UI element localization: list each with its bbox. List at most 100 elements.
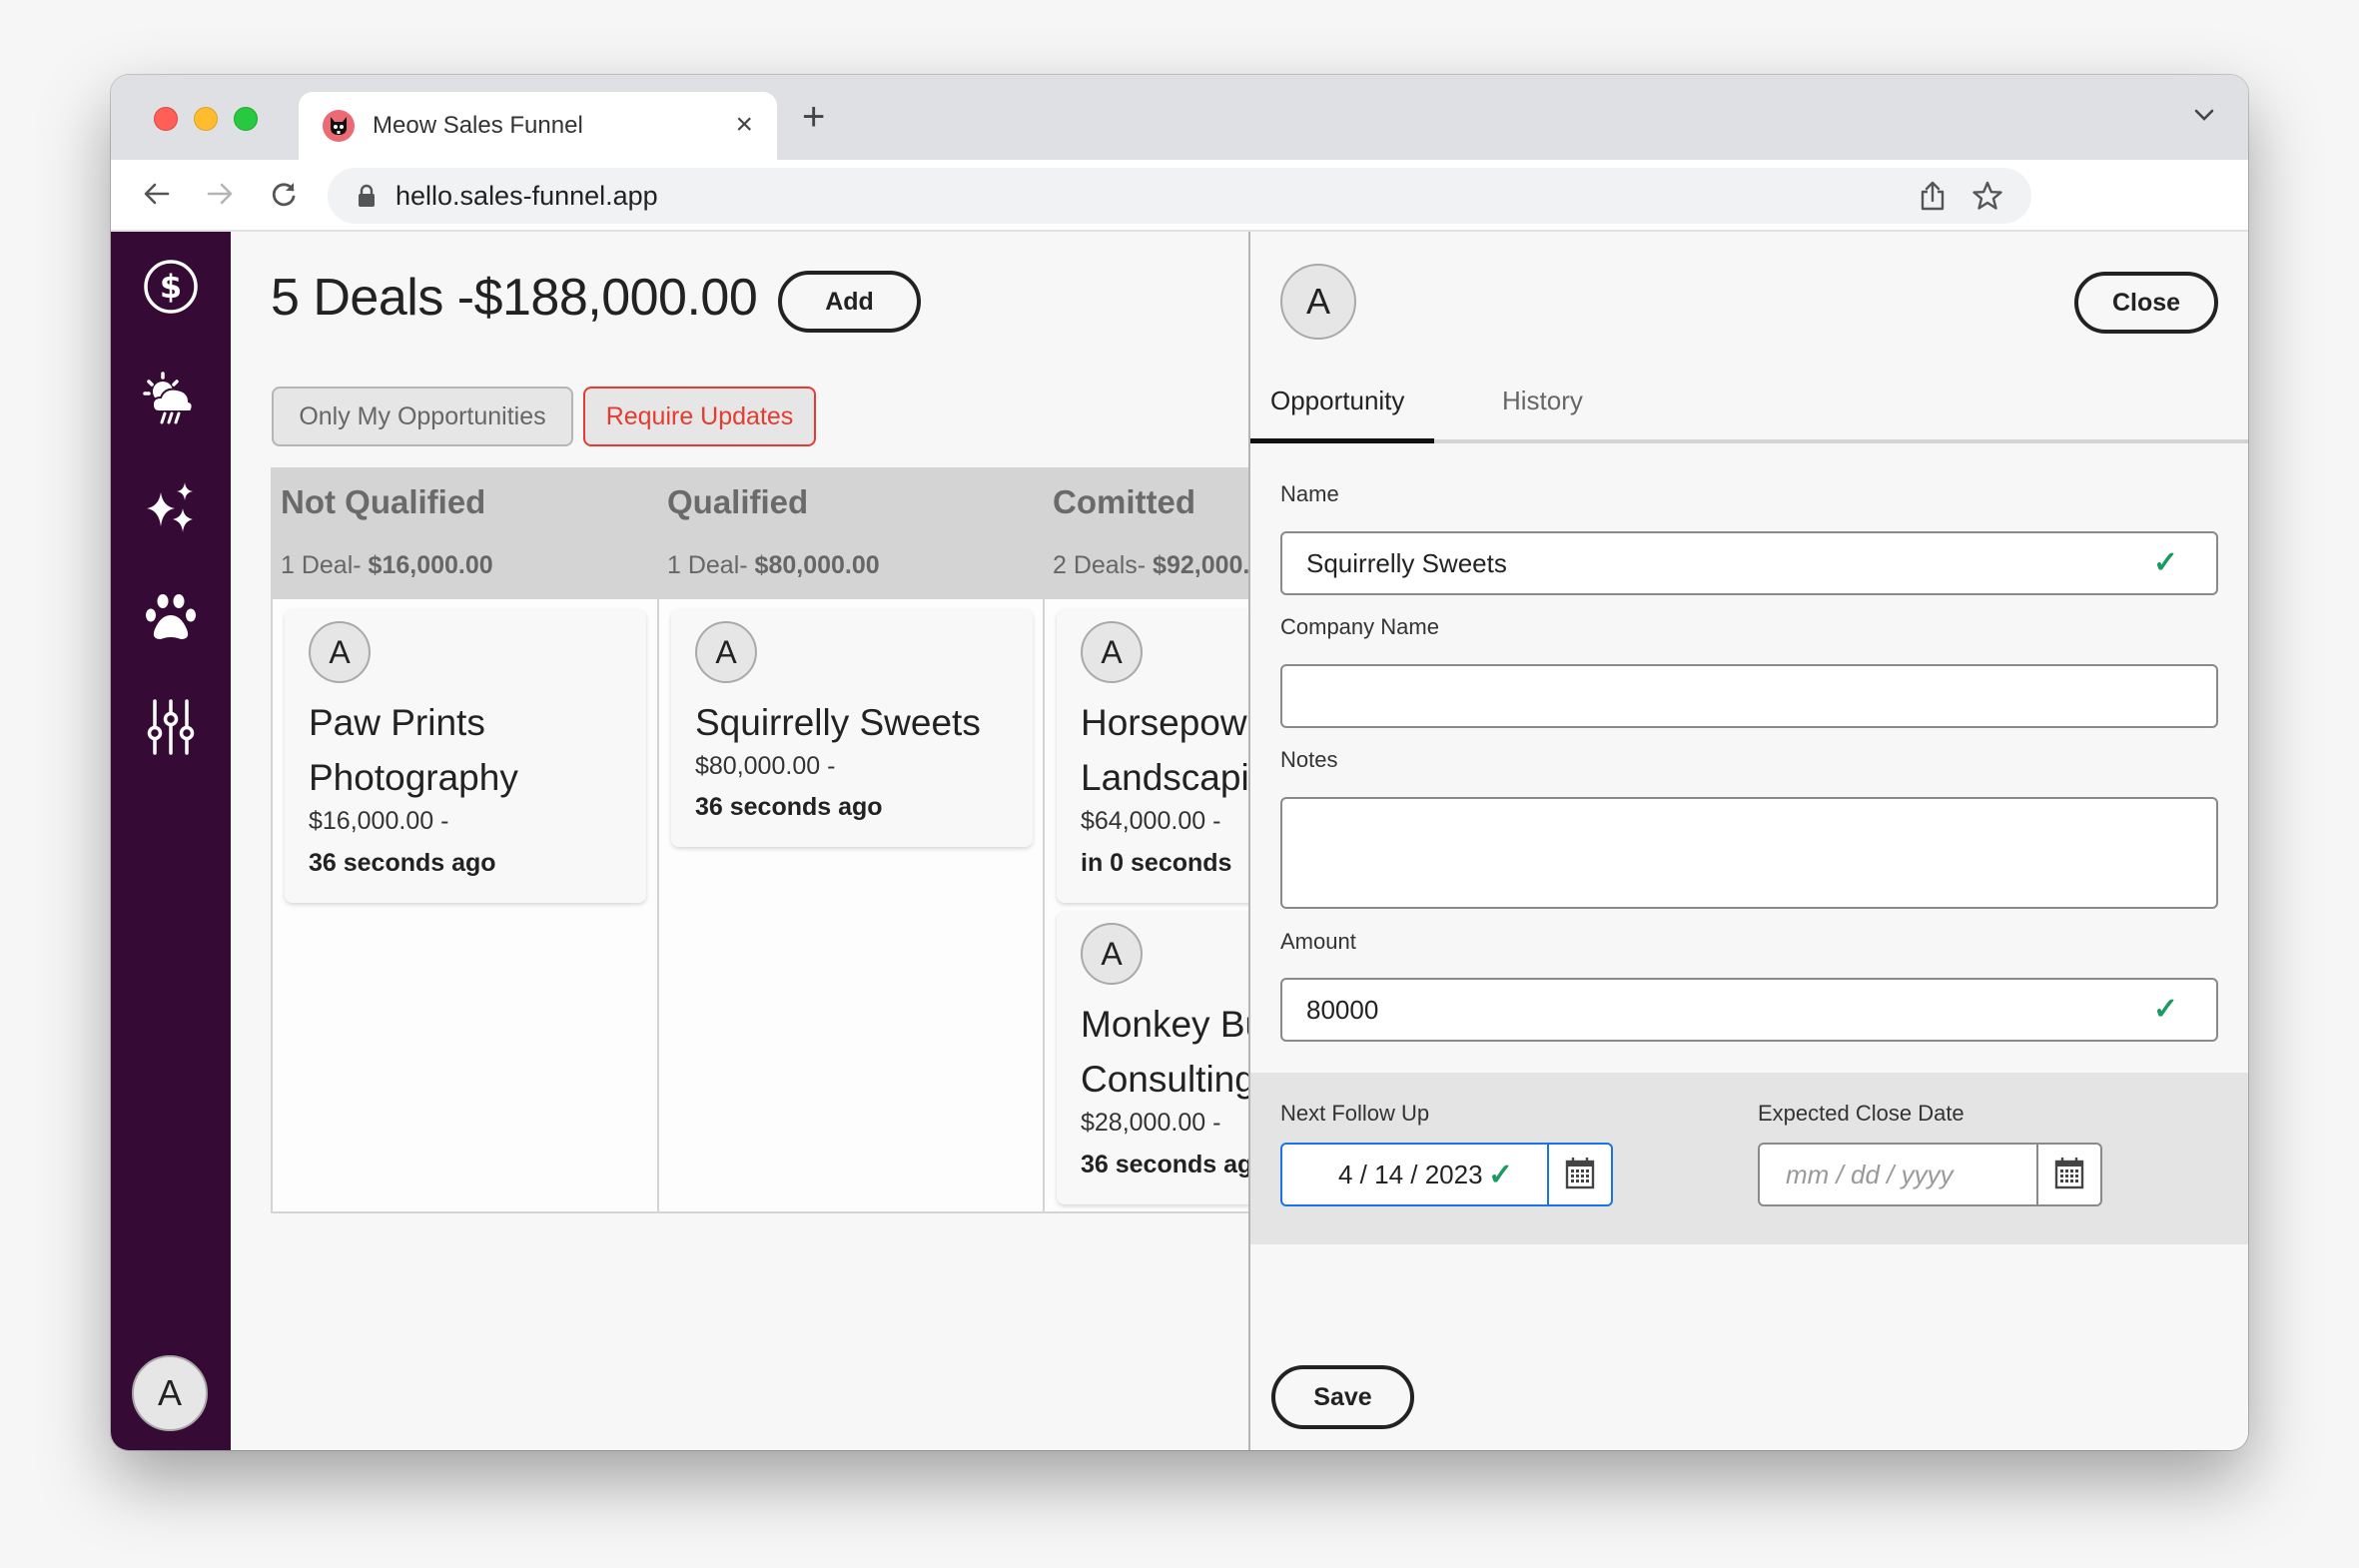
deal-card[interactable]: A Horsepower Landscaping $64,000.00 - in… — [1057, 609, 1248, 903]
amount-value: 80000 — [1306, 995, 1378, 1026]
sidebar-item-forecast[interactable] — [141, 370, 201, 429]
column-qualified: Qualified 1 Deal- $80,000.00 A Squirrell… — [659, 469, 1045, 1211]
sidebar-item-pets[interactable] — [141, 589, 201, 649]
expected-close-date-input[interactable]: mm / dd / yyyy — [1758, 1143, 2102, 1206]
tab-history[interactable]: History — [1502, 386, 1583, 416]
save-button[interactable]: Save — [1271, 1365, 1414, 1429]
deal-updated-time: 36 seconds ago — [309, 849, 496, 878]
browser-window: Meow Sales Funnel × + hel — [111, 75, 2248, 1450]
sparkles-icon — [141, 478, 201, 543]
reload-button[interactable] — [266, 178, 302, 214]
deal-card[interactable]: A Paw Prints Photography $16,000.00 - 36… — [285, 609, 646, 903]
calendar-icon — [1565, 1156, 1595, 1194]
deal-name: Monkey Business Consulting — [1081, 997, 1248, 1107]
star-icon[interactable] — [1971, 180, 2003, 217]
column-title: Not Qualified — [281, 483, 485, 521]
deal-amount: $80,000.00 - — [695, 752, 835, 781]
tab-opportunity[interactable]: Opportunity — [1270, 386, 1404, 416]
column-summary: 1 Deal- $16,000.00 — [281, 551, 493, 580]
address-bar[interactable]: hello.sales-funnel.app — [328, 168, 2031, 224]
deal-name: Paw Prints Photography — [309, 695, 638, 805]
deal-updated-time: 36 seconds ago — [1081, 1151, 1248, 1179]
weather-sun-rain-icon — [141, 368, 201, 432]
url-text[interactable]: hello.sales-funnel.app — [395, 181, 658, 212]
arrow-left-icon — [142, 179, 172, 214]
notes-label: Notes — [1280, 747, 1337, 773]
sidebar-item-magic[interactable] — [141, 480, 201, 540]
cat-face-icon — [323, 110, 355, 142]
deal-card[interactable]: A Monkey Business Consulting $28,000.00 … — [1057, 911, 1248, 1204]
chevron-down-icon[interactable] — [2192, 103, 2216, 132]
page-title: 5 Deals -$188,000.00 — [271, 268, 757, 328]
only-my-opportunities-filter[interactable]: Only My Opportunities — [272, 387, 573, 446]
column-total: $80,000.00 — [755, 551, 880, 579]
tab-close-icon[interactable]: × — [735, 110, 753, 140]
column-committed: Comitted 2 Deals- $92,000.00 A Horsepowe… — [1045, 469, 1248, 1211]
calendar-icon — [2054, 1156, 2084, 1194]
card-avatar: A — [309, 621, 371, 683]
column-count: 1 Deal- — [667, 551, 755, 579]
expected-close-date-label: Expected Close Date — [1758, 1101, 1965, 1127]
valid-check-icon: ✓ — [2153, 545, 2178, 580]
column-total: $92,000.00 — [1153, 551, 1248, 579]
calendar-button[interactable] — [2036, 1145, 2100, 1204]
user-avatar[interactable]: A — [132, 1355, 208, 1431]
deal-card[interactable]: A Squirrelly Sweets $80,000.00 - 36 seco… — [671, 609, 1033, 847]
arrow-right-icon — [205, 179, 235, 214]
close-window-button[interactable] — [154, 107, 178, 131]
new-tab-button[interactable]: + — [802, 97, 825, 137]
column-total: $16,000.00 — [369, 551, 493, 579]
next-follow-up-date-input[interactable]: 4 / 14 / 2023 ✓ — [1280, 1143, 1613, 1206]
column-title: Comitted — [1053, 483, 1195, 521]
name-field[interactable]: Squirrelly Sweets ✓ — [1280, 531, 2218, 595]
app-sidebar: $ — [111, 232, 231, 1450]
sidebar-item-settings[interactable] — [141, 699, 201, 759]
dollar-circle-icon: $ — [143, 259, 199, 320]
forward-button[interactable] — [202, 178, 238, 214]
maximize-window-button[interactable] — [234, 107, 258, 131]
column-count: 1 Deal- — [281, 551, 369, 579]
add-deal-button[interactable]: Add — [778, 271, 921, 333]
valid-check-icon: ✓ — [2153, 992, 2178, 1027]
column-not-qualified: Not Qualified 1 Deal- $16,000.00 A Paw P… — [273, 469, 658, 1211]
minimize-window-button[interactable] — [194, 107, 218, 131]
column-summary: 1 Deal- $80,000.00 — [667, 551, 880, 580]
card-avatar: A — [1081, 923, 1143, 985]
column-count: 2 Deals- — [1053, 551, 1153, 579]
require-updates-filter[interactable]: Require Updates — [583, 387, 816, 446]
share-icon[interactable] — [1920, 181, 1946, 216]
back-button[interactable] — [139, 178, 175, 214]
browser-tab[interactable]: Meow Sales Funnel × — [299, 92, 777, 160]
notes-field[interactable] — [1280, 797, 2218, 909]
company-name-label: Company Name — [1280, 614, 1439, 640]
card-avatar: A — [1081, 621, 1143, 683]
dates-section: Next Follow Up 4 / 14 / 2023 ✓ Expected … — [1250, 1073, 2248, 1244]
reload-icon — [269, 179, 299, 214]
name-value: Squirrelly Sweets — [1306, 548, 1507, 579]
company-name-field[interactable] — [1280, 664, 2218, 728]
close-panel-button[interactable]: Close — [2074, 272, 2218, 334]
valid-check-icon: ✓ — [1488, 1158, 1513, 1192]
sidebar-item-deals[interactable]: $ — [141, 259, 201, 319]
calendar-button[interactable] — [1547, 1145, 1611, 1204]
deal-name: Horsepower Landscaping — [1081, 695, 1248, 805]
deal-updated-time: 36 seconds ago — [695, 793, 883, 822]
deal-amount: $64,000.00 - — [1081, 807, 1220, 836]
paw-icon — [141, 587, 201, 652]
opportunity-detail-panel: A Close Opportunity History Name Squirre… — [1248, 232, 2248, 1450]
svg-text:$: $ — [160, 268, 182, 306]
deals-board-area: 5 Deals -$188,000.00 Add Only My Opportu… — [231, 232, 1248, 1450]
deal-name: Squirrelly Sweets — [695, 695, 1025, 750]
lock-icon — [358, 184, 376, 213]
deal-updated-time: in 0 seconds — [1081, 849, 1231, 878]
column-title: Qualified — [667, 483, 808, 521]
tab-title: Meow Sales Funnel — [373, 112, 583, 140]
active-tab-indicator — [1250, 438, 1434, 443]
next-follow-up-value: 4 / 14 / 2023 — [1338, 1160, 1483, 1190]
deal-amount: $16,000.00 - — [309, 807, 448, 836]
owner-avatar: A — [1280, 264, 1356, 340]
amount-field[interactable]: 80000 ✓ — [1280, 978, 2218, 1042]
browser-toolbar: hello.sales-funnel.app — [111, 160, 2248, 232]
column-summary: 2 Deals- $92,000.00 — [1053, 551, 1248, 580]
name-label: Name — [1280, 481, 1339, 507]
